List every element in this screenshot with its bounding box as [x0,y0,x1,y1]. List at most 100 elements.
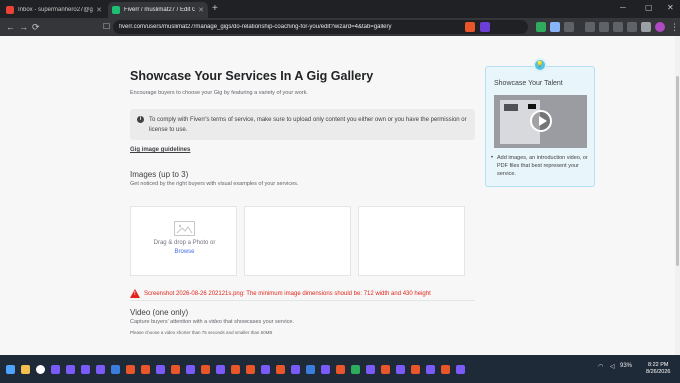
wallet-icon[interactable] [641,22,651,32]
gig-image-guidelines-link[interactable]: Gig image guidelines [130,147,190,153]
close-tab-icon[interactable]: ✕ [198,6,204,14]
brave-shield-icon[interactable] [465,22,475,32]
showcase-talent-panel: 💡 Showcase Your Talent • Add images, an … [485,58,595,187]
divider [130,300,475,301]
image-upload-slot-2[interactable] [244,206,351,276]
back-button[interactable]: ← [6,21,15,33]
panel-title: Showcase Your Talent [494,80,563,87]
windows-taskbar: ◠ ◁ 93% 8:22 PM 8/26/2026 [0,355,680,383]
browse-link[interactable]: Browse [131,249,238,255]
chrome-icon[interactable] [36,365,45,374]
notice-text: To comply with Fiverr's terms of service… [149,117,467,133]
app-icon[interactable] [456,365,465,374]
app-icon[interactable] [81,365,90,374]
thumbnail-preview [504,104,518,111]
brave-icon[interactable] [171,365,180,374]
extension-icon[interactable] [599,22,609,32]
app-icon[interactable] [306,365,315,374]
error-message: Screenshot 2026-08-26 202121s.png: The m… [144,290,431,297]
image-upload-slot-1[interactable]: Drag & drop a Photo or Browse [130,206,237,276]
images-description: Get noticed by the right buyers with vis… [130,181,299,187]
images-heading: Images (up to 3) [130,170,189,179]
close-tab-icon[interactable]: ✕ [96,6,102,14]
brave-icon[interactable] [201,365,210,374]
bullet-icon: • [491,155,494,161]
wifi-icon[interactable]: ◠ [598,363,603,370]
maximize-button[interactable]: ▢ [645,3,653,12]
app-icon[interactable] [111,365,120,374]
brave-icon[interactable] [336,365,345,374]
tab-gmail-inbox[interactable]: Inbox - supermanhero27@gmail.co ✕ [2,2,106,18]
app-icon[interactable] [351,365,360,374]
minimize-button[interactable]: ─ [620,3,626,12]
app-icon[interactable] [186,365,195,374]
video-description: Capture buyers' attention with a video t… [130,319,294,325]
brave-icon[interactable] [411,365,420,374]
scrollbar[interactable] [675,36,680,355]
volume-icon[interactable]: ◁ [610,363,615,370]
app-icon[interactable] [66,365,75,374]
clock-time: 8:22 PM [647,362,669,368]
video-note: Please choose a video shorter than 75 se… [130,330,273,335]
bookmark-icon[interactable]: ☐ [103,21,110,33]
system-clock[interactable]: 8:22 PM 8/26/2026 [646,362,670,376]
app-icon[interactable] [291,365,300,374]
extension-shield-icon[interactable] [536,22,546,32]
tab-title: Inbox - supermanhero27@gmail.co [18,7,93,13]
app-icon[interactable] [51,365,60,374]
forward-button[interactable]: → [19,21,28,33]
extension-icon[interactable] [550,22,560,32]
new-tab-button[interactable]: + [212,3,218,15]
brave-icon[interactable] [441,365,450,374]
reload-button[interactable]: ⟳ [32,21,40,33]
brave-icon[interactable] [381,365,390,374]
brave-icon[interactable] [126,365,135,374]
brave-icon[interactable] [276,365,285,374]
app-icon[interactable] [366,365,375,374]
app-icon[interactable] [321,365,330,374]
menu-icon[interactable]: ⋮ [670,21,679,33]
info-icon: i [137,116,144,123]
brave-icon[interactable] [231,365,240,374]
scrollbar-thumb[interactable] [676,76,679,266]
url-text: fiverr.com/users/muslimat27/manage_gigs/… [119,24,392,30]
browser-toolbar: ← → ⟳ ☐ fiverr.com/users/muslimat27/mana… [0,18,680,36]
brave-icon[interactable] [246,365,255,374]
drag-drop-text: Drag & drop a Photo or [153,240,216,246]
video-heading: Video (one only) [130,308,189,317]
lightbulb-icon: 💡 [533,58,547,72]
play-icon[interactable] [530,110,552,132]
gmail-icon [6,6,14,14]
page-title: Showcase Your Services In A Gig Gallery [130,69,374,83]
battery-indicator[interactable]: 93% [620,363,632,369]
panel-tip: Add images, an introduction video, or PD… [497,155,588,177]
extension-icon[interactable] [564,22,574,32]
file-explorer-icon[interactable] [21,365,30,374]
app-icon[interactable] [96,365,105,374]
rewards-icon[interactable] [480,22,490,32]
extension-icon[interactable] [585,22,595,32]
page-subtitle: Encourage buyers to choose your Gig by f… [130,90,308,96]
sidebar-icon[interactable] [627,22,637,32]
tab-title: Fiverr / muslimat27 / Edit Gig [124,7,196,13]
profile-avatar[interactable] [655,22,665,32]
close-window-button[interactable]: ✕ [667,3,674,12]
app-icon[interactable] [396,365,405,374]
brave-icon[interactable] [141,365,150,374]
start-icon[interactable] [6,365,15,374]
clock-date: 8/26/2026 [646,369,671,375]
thumbnail-preview [528,104,536,109]
app-icon[interactable] [216,365,225,374]
tab-fiverr-edit-gig[interactable]: Fiverr / muslimat27 / Edit Gig ✕ [108,2,208,18]
fiverr-icon [112,6,120,14]
app-icon[interactable] [426,365,435,374]
image-placeholder-icon [174,221,195,236]
video-thumbnail[interactable] [494,95,587,148]
puzzle-icon[interactable] [613,22,623,32]
image-upload-slot-3[interactable] [358,206,465,276]
app-icon[interactable] [156,365,165,374]
upload-error: ! Screenshot 2026-08-26 202121s.png: The… [130,289,431,298]
app-icon[interactable] [261,365,270,374]
warning-icon: ! [130,289,140,298]
terms-notice: i To comply with Fiverr's terms of servi… [130,109,475,140]
